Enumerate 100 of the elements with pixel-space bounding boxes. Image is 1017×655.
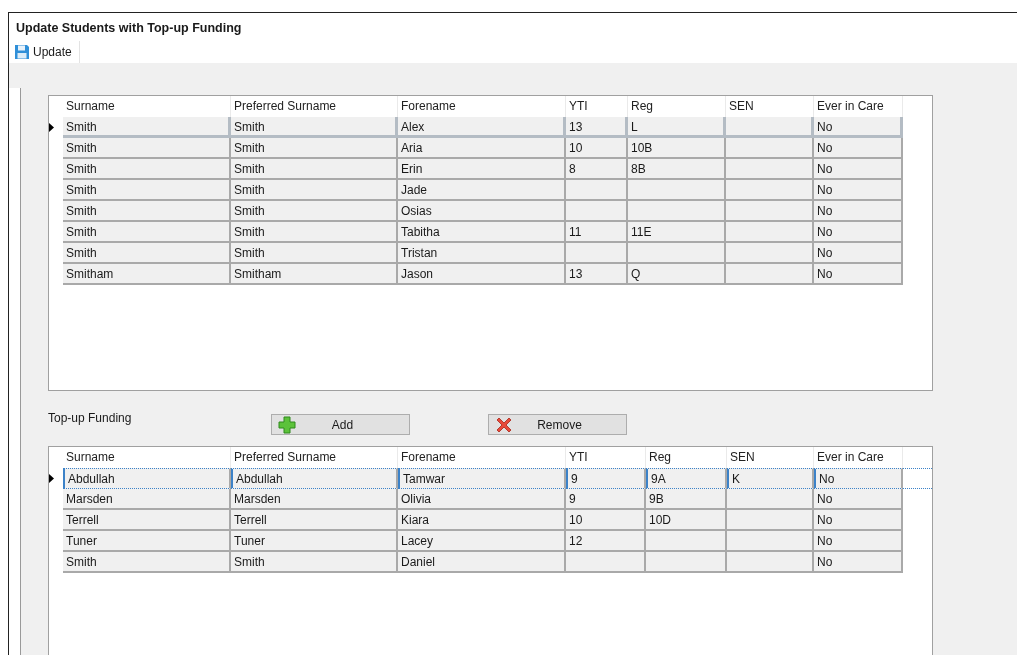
table-cell[interactable]: No <box>814 117 903 138</box>
table-cell[interactable]: 10D <box>646 510 727 531</box>
table-cell[interactable]: No <box>814 222 903 243</box>
table-cell[interactable] <box>727 552 814 573</box>
add-button[interactable]: Add <box>271 414 410 435</box>
table-cell[interactable]: Smith <box>63 201 231 222</box>
table-cell[interactable] <box>727 510 814 531</box>
table-cell[interactable]: Smith <box>63 180 231 201</box>
table-cell[interactable] <box>726 180 814 201</box>
table-cell[interactable]: 9 <box>566 489 646 510</box>
table-cell[interactable]: No <box>814 468 903 489</box>
table-cell[interactable]: K <box>727 468 814 489</box>
column-header[interactable]: Surname <box>63 447 231 468</box>
table-cell[interactable]: No <box>814 264 903 285</box>
table-cell[interactable]: No <box>814 531 903 552</box>
table-cell[interactable]: Tristan <box>398 243 566 264</box>
table-cell[interactable]: Alex <box>398 117 566 138</box>
table-cell[interactable]: Smith <box>231 180 398 201</box>
table-cell[interactable]: No <box>814 489 903 510</box>
table-cell[interactable] <box>566 243 628 264</box>
table-cell[interactable]: Smith <box>63 138 231 159</box>
table-cell[interactable]: Smith <box>63 117 231 138</box>
table-cell[interactable]: 13 <box>566 117 628 138</box>
table-cell[interactable] <box>646 531 727 552</box>
table-cell[interactable] <box>726 138 814 159</box>
table-cell[interactable]: Terrell <box>63 510 231 531</box>
table-cell[interactable]: No <box>814 138 903 159</box>
table-cell[interactable]: No <box>814 243 903 264</box>
table-cell[interactable]: Terrell <box>231 510 398 531</box>
table-cell[interactable]: Smith <box>231 552 398 573</box>
table-cell[interactable]: Smith <box>63 552 231 573</box>
table-cell[interactable] <box>726 117 814 138</box>
table-cell[interactable]: 9A <box>646 468 727 489</box>
table-cell[interactable]: Smith <box>231 222 398 243</box>
remove-button[interactable]: Remove <box>488 414 627 435</box>
table-cell[interactable]: Smith <box>231 159 398 180</box>
table-cell[interactable]: Marsden <box>63 489 231 510</box>
table-cell[interactable]: Kiara <box>398 510 566 531</box>
table-cell[interactable]: Tabitha <box>398 222 566 243</box>
table-cell[interactable]: No <box>814 201 903 222</box>
table-cell[interactable]: Tamwar <box>398 468 566 489</box>
table-cell[interactable]: Smith <box>63 243 231 264</box>
column-header[interactable]: Reg <box>628 96 726 117</box>
table-cell[interactable]: 11E <box>628 222 726 243</box>
table-cell[interactable]: Osias <box>398 201 566 222</box>
table-cell[interactable]: Aria <box>398 138 566 159</box>
column-header[interactable]: Ever in Care <box>814 447 903 468</box>
table-cell[interactable]: Smith <box>231 201 398 222</box>
table-cell[interactable]: 11 <box>566 222 628 243</box>
table-cell[interactable]: No <box>814 180 903 201</box>
table-cell[interactable]: 12 <box>566 531 646 552</box>
column-header[interactable]: Surname <box>63 96 231 117</box>
table-cell[interactable] <box>628 201 726 222</box>
table-cell[interactable]: Tuner <box>63 531 231 552</box>
column-header[interactable]: Forename <box>398 447 566 468</box>
table-cell[interactable] <box>726 222 814 243</box>
table-cell[interactable]: 8 <box>566 159 628 180</box>
table-cell[interactable] <box>628 180 726 201</box>
table-cell[interactable]: Jade <box>398 180 566 201</box>
table-cell[interactable]: Jason <box>398 264 566 285</box>
table-cell[interactable] <box>566 201 628 222</box>
column-header[interactable]: SEN <box>726 96 814 117</box>
table-cell[interactable]: 13 <box>566 264 628 285</box>
table-cell[interactable]: Erin <box>398 159 566 180</box>
table-cell[interactable]: Daniel <box>398 552 566 573</box>
table-cell[interactable] <box>726 201 814 222</box>
table-cell[interactable]: Smith <box>63 159 231 180</box>
column-header[interactable]: YTI <box>566 447 646 468</box>
table-cell[interactable]: Smith <box>231 243 398 264</box>
table-cell[interactable] <box>726 159 814 180</box>
column-header[interactable]: Reg <box>646 447 727 468</box>
table-cell[interactable]: 10 <box>566 510 646 531</box>
table-cell[interactable]: 9B <box>646 489 727 510</box>
column-header[interactable]: YTI <box>566 96 628 117</box>
table-cell[interactable]: No <box>814 552 903 573</box>
table-cell[interactable]: No <box>814 159 903 180</box>
column-header[interactable]: Ever in Care <box>814 96 903 117</box>
table-cell[interactable]: Olivia <box>398 489 566 510</box>
table-cell[interactable] <box>726 264 814 285</box>
table-cell[interactable]: Smitham <box>231 264 398 285</box>
table-cell[interactable] <box>628 243 726 264</box>
table-cell[interactable]: No <box>814 510 903 531</box>
table-cell[interactable]: Smith <box>231 117 398 138</box>
table-cell[interactable] <box>566 180 628 201</box>
table-cell[interactable]: Smitham <box>63 264 231 285</box>
table-cell[interactable] <box>566 552 646 573</box>
table-cell[interactable]: Tuner <box>231 531 398 552</box>
table-cell[interactable] <box>646 552 727 573</box>
table-cell[interactable]: Smith <box>231 138 398 159</box>
column-header[interactable]: Preferred Surname <box>231 447 398 468</box>
column-header[interactable]: Forename <box>398 96 566 117</box>
table-cell[interactable] <box>726 243 814 264</box>
table-cell[interactable] <box>727 531 814 552</box>
table-cell[interactable]: Lacey <box>398 531 566 552</box>
column-header[interactable]: Preferred Surname <box>231 96 398 117</box>
column-header[interactable]: SEN <box>727 447 814 468</box>
table-cell[interactable]: 10 <box>566 138 628 159</box>
table-cell[interactable]: Smith <box>63 222 231 243</box>
table-cell[interactable]: Abdullah <box>231 468 398 489</box>
table-cell[interactable]: Q <box>628 264 726 285</box>
